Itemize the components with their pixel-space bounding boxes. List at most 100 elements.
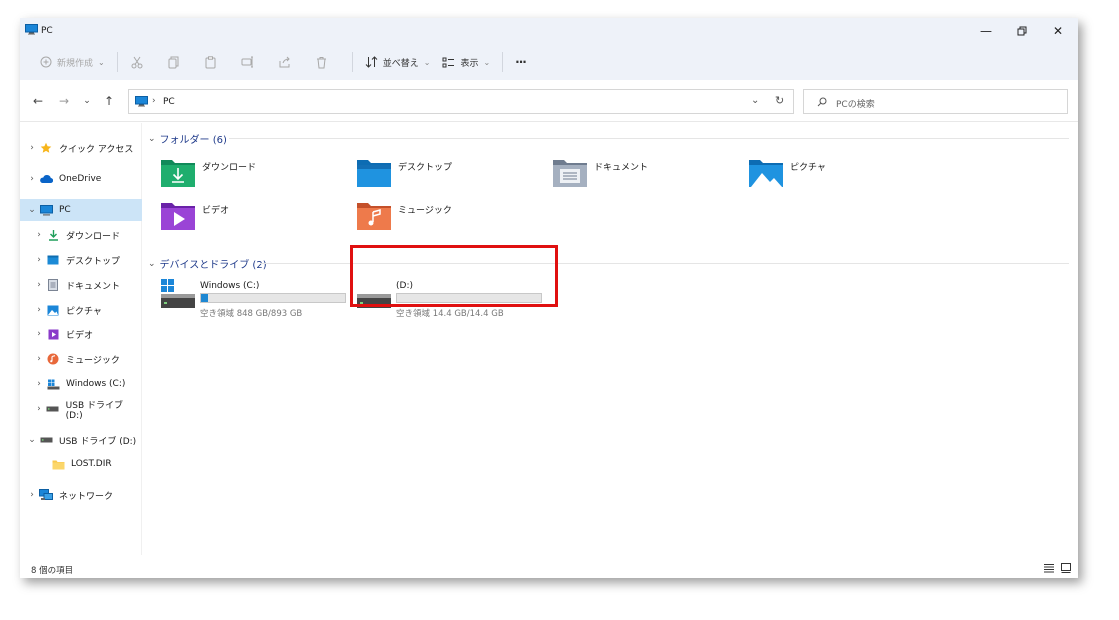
- star-icon: [38, 140, 54, 156]
- recent-locations-button[interactable]: ⌄: [79, 93, 95, 109]
- item-count: 8 個の項目: [31, 566, 74, 576]
- search-box[interactable]: PCの検索: [803, 89, 1068, 114]
- video-icon: [45, 326, 61, 342]
- drive-windows-c[interactable]: Windows (C:) 空き領域 848 GB/893 GB: [160, 279, 355, 319]
- sidebar-item-pictures[interactable]: › ピクチャ: [20, 299, 142, 321]
- group-divider: [229, 138, 1069, 139]
- new-button[interactable]: 新規作成 ⌄: [34, 49, 111, 75]
- sidebar-item-onedrive[interactable]: › OneDrive: [20, 168, 142, 190]
- forward-button[interactable]: →: [56, 93, 72, 109]
- title-bar: PC — ✕: [20, 18, 1078, 44]
- folder-videos[interactable]: ビデオ: [160, 199, 350, 237]
- folders-group-header[interactable]: ⌄ フォルダー (6): [148, 131, 227, 147]
- chevron-down-icon: ⌄: [148, 133, 156, 144]
- windows-drive-icon: [161, 279, 195, 308]
- highlight-box: [350, 245, 558, 307]
- close-icon: ✕: [1052, 24, 1064, 38]
- chevron-down-icon: ⌄: [148, 258, 156, 269]
- folder-label: デスクトップ: [398, 163, 453, 173]
- sidebar-item-label: ビデオ: [66, 330, 94, 341]
- documents-folder-icon: [553, 160, 587, 187]
- folder-label: ミュージック: [398, 206, 452, 216]
- sidebar-item-desktop[interactable]: › デスクトップ: [20, 249, 142, 271]
- drive-free-space: 空き領域 14.4 GB/14.4 GB: [396, 309, 504, 319]
- folder-music[interactable]: ミュージック: [356, 199, 546, 237]
- delete-button[interactable]: [309, 49, 335, 75]
- toolbar-separator: [116, 52, 118, 72]
- restore-button[interactable]: [1004, 20, 1040, 42]
- sidebar-item-usb-drive-d[interactable]: › USB ドライブ (D:): [20, 398, 142, 421]
- chevron-right-icon[interactable]: ›: [26, 174, 38, 184]
- chevron-down-icon[interactable]: ⌄: [26, 435, 38, 445]
- trash-icon: [317, 56, 327, 68]
- usb-drive-icon: [38, 432, 54, 448]
- address-bar[interactable]: › PC ⌄ ↻: [128, 89, 794, 114]
- sidebar-item-quick-access[interactable]: › クイック アクセス: [20, 137, 142, 159]
- sidebar-item-label: ミュージック: [66, 355, 120, 366]
- chevron-right-icon[interactable]: ›: [33, 329, 45, 339]
- folder-documents[interactable]: ドキュメント: [552, 156, 742, 194]
- breadcrumb-pc[interactable]: PC: [163, 97, 175, 107]
- sidebar-item-windows-c[interactable]: › Windows (C:): [20, 373, 142, 395]
- more-options-button[interactable]: ···: [509, 49, 532, 75]
- minimize-button[interactable]: —: [968, 20, 1004, 42]
- up-button[interactable]: ↑: [101, 93, 117, 109]
- sidebar-item-label: USB ドライブ (D:): [59, 436, 137, 447]
- refresh-button[interactable]: ↻: [775, 94, 784, 107]
- sidebar-item-label: OneDrive: [59, 174, 102, 184]
- chevron-right-icon[interactable]: ›: [33, 230, 45, 240]
- sidebar-item-label: LOST.DIR: [71, 459, 112, 469]
- tiles-view-icon[interactable]: [1060, 562, 1072, 574]
- pictures-folder-icon: [749, 160, 783, 187]
- chevron-down-icon[interactable]: ⌄: [26, 205, 38, 215]
- paste-button[interactable]: [198, 49, 224, 75]
- command-bar: 新規作成 ⌄ 並べ替え ⌄ 表示 ⌄ ···: [20, 44, 1078, 80]
- chevron-right-icon[interactable]: ›: [33, 404, 45, 414]
- chevron-down-icon: ⌄: [423, 57, 431, 67]
- chevron-down-icon: ⌄: [483, 57, 491, 67]
- navigation-pane: › クイック アクセス › OneDrive ⌄ PC › ダウンロード › デ…: [20, 123, 142, 555]
- close-button[interactable]: ✕: [1040, 20, 1076, 42]
- sidebar-item-music[interactable]: › ミュージック: [20, 348, 142, 370]
- sidebar-item-label: Windows (C:): [66, 379, 126, 389]
- sidebar-item-lost-dir[interactable]: LOST.DIR: [20, 453, 142, 475]
- chevron-right-icon[interactable]: ›: [33, 354, 45, 364]
- cut-button[interactable]: [124, 49, 150, 75]
- chevron-right-icon[interactable]: ›: [33, 305, 45, 315]
- sidebar-item-pc[interactable]: ⌄ PC: [20, 199, 142, 221]
- sort-button[interactable]: 並べ替え ⌄: [359, 49, 437, 75]
- chevron-right-icon[interactable]: ›: [26, 490, 38, 500]
- share-button[interactable]: [272, 49, 298, 75]
- address-history-button[interactable]: ⌄: [751, 95, 759, 106]
- sidebar-item-usb-drive-d-root[interactable]: ⌄ USB ドライブ (D:): [20, 429, 142, 451]
- folder-downloads[interactable]: ダウンロード: [160, 156, 350, 194]
- downloads-folder-icon: [161, 160, 195, 187]
- music-folder-icon: [357, 203, 391, 230]
- folder-desktop[interactable]: デスクトップ: [356, 156, 546, 194]
- folders-group-title: フォルダー (6): [159, 135, 227, 146]
- chevron-right-icon[interactable]: ›: [33, 379, 45, 389]
- arrow-right-icon: →: [58, 94, 70, 108]
- arrow-up-icon: ↑: [103, 94, 115, 108]
- copy-button[interactable]: [161, 49, 187, 75]
- pc-icon: [135, 96, 148, 107]
- chevron-right-icon[interactable]: ›: [26, 143, 38, 153]
- drives-group-title: デバイスとドライブ (2): [159, 260, 267, 271]
- chevron-right-icon[interactable]: ›: [33, 255, 45, 265]
- rename-button[interactable]: [235, 49, 261, 75]
- sidebar-item-label: ピクチャ: [66, 306, 102, 317]
- search-icon: [817, 97, 827, 107]
- sidebar-item-videos[interactable]: › ビデオ: [20, 323, 142, 345]
- folder-pictures[interactable]: ピクチャ: [748, 156, 938, 194]
- folder-label: ダウンロード: [202, 163, 257, 173]
- sidebar-item-downloads[interactable]: › ダウンロード: [20, 224, 142, 246]
- toolbar-separator: [351, 52, 353, 72]
- view-button[interactable]: 表示 ⌄: [436, 49, 496, 75]
- back-button[interactable]: ←: [30, 93, 46, 109]
- chevron-right-icon[interactable]: ›: [33, 280, 45, 290]
- sidebar-item-documents[interactable]: › ドキュメント: [20, 274, 142, 296]
- sidebar-item-network[interactable]: › ネットワーク: [20, 484, 142, 506]
- sidebar-item-label: PC: [59, 205, 71, 215]
- details-view-icon[interactable]: [1043, 562, 1055, 574]
- drives-group-header[interactable]: ⌄ デバイスとドライブ (2): [148, 256, 267, 272]
